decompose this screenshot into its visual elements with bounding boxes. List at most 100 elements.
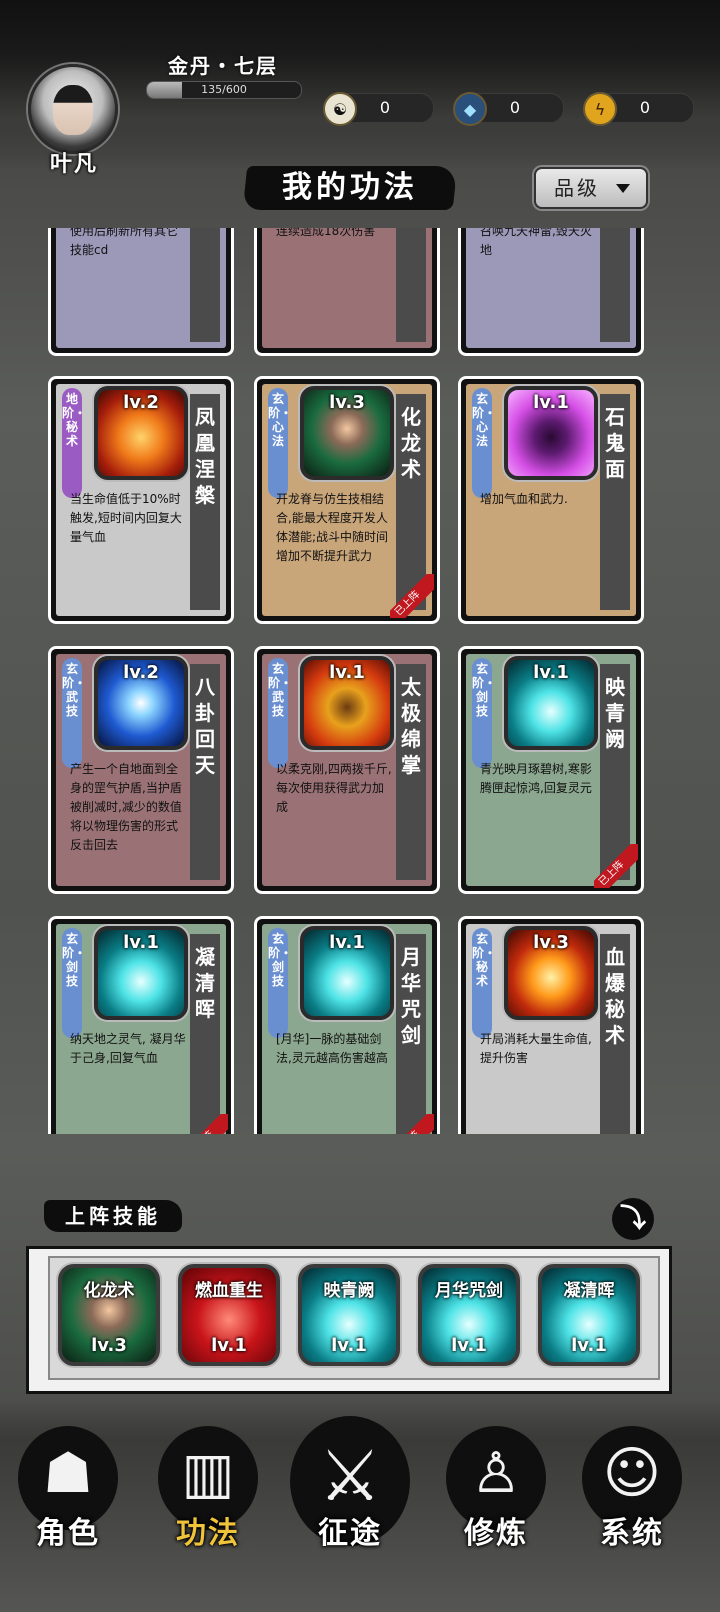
skill-level: lv.3 [533, 932, 569, 953]
skill-desc: 青光映月琢碧树,寒影腾匣起惊鸿,回复灵元 [480, 762, 592, 795]
skill-name: 八卦回天 [195, 675, 215, 777]
exp-bar: 135/600 [146, 81, 302, 99]
skill-level: lv.2 [123, 662, 159, 683]
resource-value: 0 [509, 98, 521, 117]
skill-name: 凝清晖 [195, 945, 215, 1021]
skill-desc: 开局消耗大量生命值,提升伤害 [480, 1032, 592, 1065]
lightning-icon: ϟ [583, 92, 617, 126]
skill-grade-tag: 玄阶・心法 [268, 388, 292, 498]
skill-level: lv.1 [329, 932, 365, 953]
resource-value: 0 [639, 98, 651, 117]
skill-icon: lv.2 [94, 656, 188, 750]
skill-name: 血爆秘术 [605, 945, 625, 1047]
skill-grade-tag: 地阶・秘术 [62, 388, 86, 498]
deployed-skill-slot[interactable]: 凝清晖 lv.1 [538, 1264, 640, 1366]
skill-level: lv.1 [533, 662, 569, 683]
meditate-icon: ♙ [470, 1441, 522, 1506]
skill-desc: 开龙脊与仿生技相结合,能最大程度开发人体潜能;战斗中随时间增加不断提升武力 [276, 492, 389, 563]
skill-grade-tag: 玄阶・剑技 [62, 928, 86, 1038]
system-icon: ☺ [602, 1441, 662, 1506]
skill-name: 太极绵掌 [401, 675, 421, 777]
skill-card[interactable]: 化龙术 玄阶・心法 lv.3 开龙脊与仿生技相结合,能最大程度开发人体潜能;战斗中随时… [254, 376, 440, 624]
skill-icon: lv.1 [300, 656, 394, 750]
character-icon: ☗ [42, 1441, 94, 1506]
player-name: 叶凡 [49, 152, 98, 177]
deployed-skill-slot[interactable]: 化龙术 lv.3 [58, 1264, 160, 1366]
skill-level: lv.1 [533, 392, 569, 413]
skill-desc: 当生命值低于10%时触发,短时间内回复大量气血 [70, 492, 182, 544]
deploy-title: 上阵技能 [65, 1204, 161, 1228]
nav-meditate[interactable]: ♙ 修炼 [436, 1416, 556, 1606]
skill-card[interactable]: 掌 连续造成18次伤害 [254, 228, 440, 356]
resource-lightning[interactable]: ϟ 0 [583, 92, 694, 126]
skill-grid[interactable]: 使用后刷新所有其它技能cd 掌 连续造成18次伤害 雷 召唤九天神雷,毁天灭地 … [48, 228, 648, 1134]
skill-card[interactable]: 八卦回天 玄阶・武技 lv.2 产生一个自地面到全身的罡气护盾,当护盾被削减时,减少的… [48, 646, 234, 894]
skill-card[interactable]: 月华咒剑 玄阶・剑技 lv.1 [月华]一脉的基础剑法,灵元越高伤害越高已上阵 [254, 916, 440, 1134]
skill-icon: lv.1 [504, 386, 598, 480]
collapse-button[interactable]: ⤵ [612, 1198, 654, 1240]
yin-yang-icon: ☯ [323, 92, 357, 126]
skill-icon: lv.1 [94, 926, 188, 1020]
skill-card[interactable]: 凤凰涅槃 地阶・秘术 lv.2 当生命值低于10%时触发,短时间内回复大量气血 [48, 376, 234, 624]
skill-grade-tag: 玄阶・武技 [62, 658, 86, 768]
nav-label: 功法 [176, 1516, 240, 1551]
skill-desc: 以柔克刚,四两拨千斤,每次使用获得武力加成 [276, 762, 392, 814]
deployed-skill-slot[interactable]: 月华咒剑 lv.1 [418, 1264, 520, 1366]
skill-grade-tag: 玄阶・剑技 [472, 658, 496, 768]
nav-label: 征途 [318, 1516, 382, 1551]
skill-desc: 增加气血和武力. [480, 492, 568, 506]
skill-icon: lv.1 [300, 926, 394, 1020]
chevron-down-icon [616, 184, 630, 193]
skill-card[interactable]: 石鬼面 玄阶・心法 lv.1 增加气血和武力. [458, 376, 644, 624]
resource-crystal[interactable]: ◆ 0 [453, 92, 564, 126]
skill-icon: lv.2 [94, 386, 188, 480]
deployed-skill-level: lv.1 [571, 1335, 607, 1356]
resource-value: 0 [379, 98, 391, 117]
skill-grade-tag: 玄阶・剑技 [268, 928, 292, 1038]
crystal-icon: ◆ [453, 92, 487, 126]
skill-level: lv.2 [123, 392, 159, 413]
skill-name: 石鬼面 [605, 405, 625, 481]
nav-label: 角色 [36, 1516, 100, 1551]
sword-emblem-icon: ⚔ [318, 1435, 382, 1517]
page-title: 我的功法 [282, 170, 418, 205]
book-icon: ▥ [181, 1441, 235, 1506]
nav-character[interactable]: ☗ 角色 [8, 1416, 128, 1606]
deployed-skill-level: lv.1 [211, 1335, 247, 1356]
deployed-skill-level: lv.1 [331, 1335, 367, 1356]
skill-grade-tag: 玄阶・武技 [268, 658, 292, 768]
deployed-skill-name: 化龙术 [83, 1281, 135, 1301]
deployed-skill-name: 燃血重生 [195, 1281, 263, 1301]
skill-level: lv.1 [123, 932, 159, 953]
exp-text: 135/600 [201, 83, 247, 96]
skill-name: 月华咒剑 [401, 945, 421, 1047]
skill-card[interactable]: 映青阙 玄阶・剑技 lv.1 青光映月琢碧树,寒影腾匣起惊鸿,回复灵元 已上阵 [458, 646, 644, 894]
skill-card[interactable]: 血爆秘术 玄阶・秘术 lv.3 开局消耗大量生命值,提升伤害 [458, 916, 644, 1134]
skill-card[interactable]: 使用后刷新所有其它技能cd [48, 228, 234, 356]
equipped-badge: 已上阵 [390, 574, 434, 618]
sort-dropdown[interactable]: 品级 [534, 167, 648, 209]
skill-level: lv.1 [329, 662, 365, 683]
skill-desc: [月华]一脉的基础剑法,灵元越高伤害越高 [276, 1032, 388, 1065]
deployed-skill-name: 月华咒剑 [435, 1281, 503, 1301]
nav-book[interactable]: ▥ 功法 [148, 1416, 268, 1606]
avatar[interactable] [28, 64, 118, 154]
skill-icon: lv.3 [504, 926, 598, 1020]
skill-card[interactable]: 太极绵掌 玄阶・武技 lv.1 以柔克刚,四两拨千斤,每次使用获得武力加成 [254, 646, 440, 894]
nav-system[interactable]: ☺ 系统 [572, 1416, 692, 1606]
skill-level: lv.3 [329, 392, 365, 413]
skill-desc: 召唤九天神雷,毁天灭地 [480, 228, 592, 257]
resource-yin-yang[interactable]: ☯ 0 [323, 92, 434, 126]
skill-grade-tag: 玄阶・秘术 [472, 928, 496, 1038]
nav-label: 系统 [600, 1516, 664, 1551]
deployed-skill-slot[interactable]: 映青阙 lv.1 [298, 1264, 400, 1366]
skill-card[interactable]: 雷 召唤九天神雷,毁天灭地 [458, 228, 644, 356]
equipped-badge: 已上阵 [594, 844, 638, 888]
deployed-skill-slot[interactable]: 燃血重生 lv.1 [178, 1264, 280, 1366]
skill-grade-tag: 玄阶・心法 [472, 388, 496, 498]
skill-card[interactable]: 凝清晖 玄阶・剑技 lv.1 纳天地之灵气, 凝月华于己身,回复气血已上阵 [48, 916, 234, 1134]
skill-desc: 纳天地之灵气, 凝月华于己身,回复气血 [70, 1032, 186, 1065]
sort-label: 品级 [554, 176, 600, 200]
nav-sword-emblem[interactable]: ⚔ 征途 [290, 1416, 410, 1606]
skill-desc: 使用后刷新所有其它技能cd [70, 228, 179, 257]
